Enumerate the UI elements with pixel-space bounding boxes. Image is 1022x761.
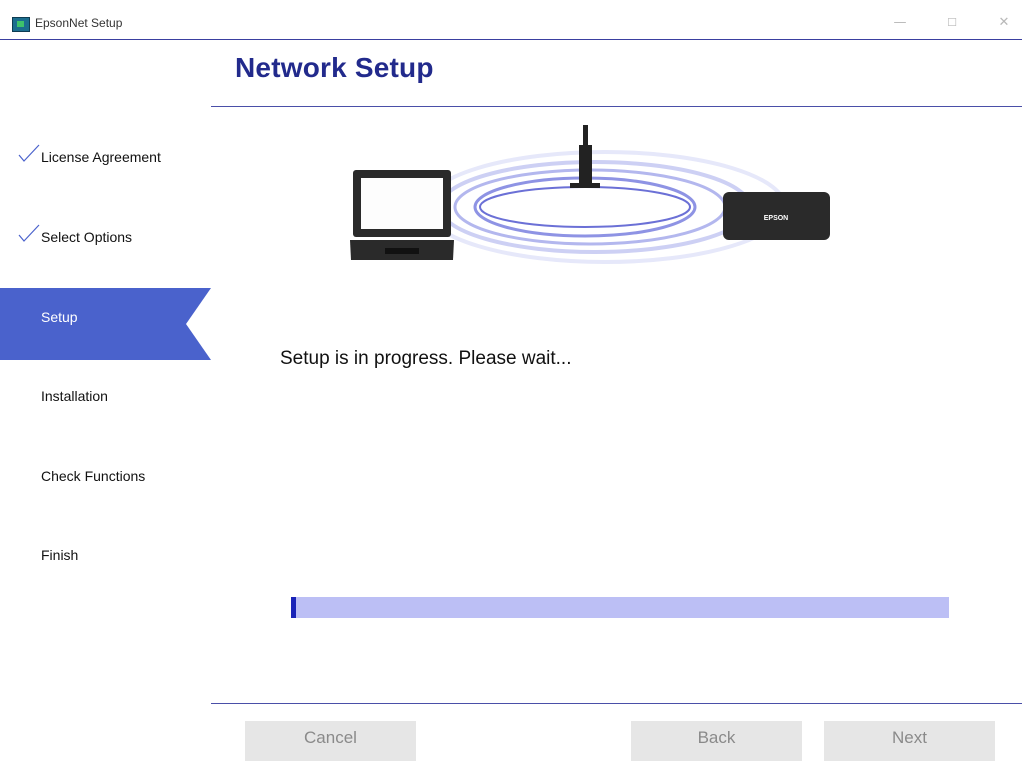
step-setup: Setup	[0, 288, 211, 360]
step-installation: Installation	[0, 367, 211, 439]
step-label: License Agreement	[41, 149, 161, 165]
active-step-notch	[186, 288, 211, 360]
step-license-agreement: License Agreement	[0, 121, 211, 193]
step-label: Finish	[41, 547, 79, 563]
status-message: Setup is in progress. Please wait...	[280, 348, 572, 369]
epson-app-icon	[12, 17, 30, 32]
header-divider	[211, 106, 1022, 107]
steps-sidebar: License Agreement Select Options Setup I…	[0, 107, 211, 747]
step-label: Setup	[41, 309, 78, 325]
step-label: Select Options	[41, 229, 133, 245]
progress-bar	[291, 597, 949, 618]
network-illustration: EPSON	[350, 125, 830, 264]
printer-icon: EPSON	[723, 192, 830, 240]
printer-brand-label: EPSON	[764, 215, 789, 222]
window-title: EpsonNet Setup	[35, 16, 123, 30]
step-label: Check Functions	[41, 468, 146, 484]
checkmark-icon	[18, 144, 40, 162]
step-label: Installation	[41, 388, 108, 404]
footer-divider	[211, 703, 1022, 704]
laptop-icon	[350, 170, 454, 260]
step-select-options: Select Options	[0, 201, 211, 273]
progress-fill	[291, 597, 296, 618]
cancel-button[interactable]: Cancel	[245, 721, 416, 761]
minimize-button[interactable]: —	[889, 13, 911, 33]
close-button[interactable]: ✕	[993, 13, 1015, 33]
page-title: Network Setup	[235, 52, 434, 83]
step-check-functions: Check Functions	[0, 447, 211, 519]
title-divider	[0, 39, 1022, 40]
back-button[interactable]: Back	[631, 721, 802, 761]
step-finish: Finish	[0, 526, 211, 598]
title-bar: EpsonNet Setup — ☐ ✕	[0, 0, 1022, 39]
checkmark-icon	[18, 224, 40, 242]
maximize-button[interactable]: ☐	[941, 13, 963, 33]
next-button[interactable]: Next	[824, 721, 995, 761]
